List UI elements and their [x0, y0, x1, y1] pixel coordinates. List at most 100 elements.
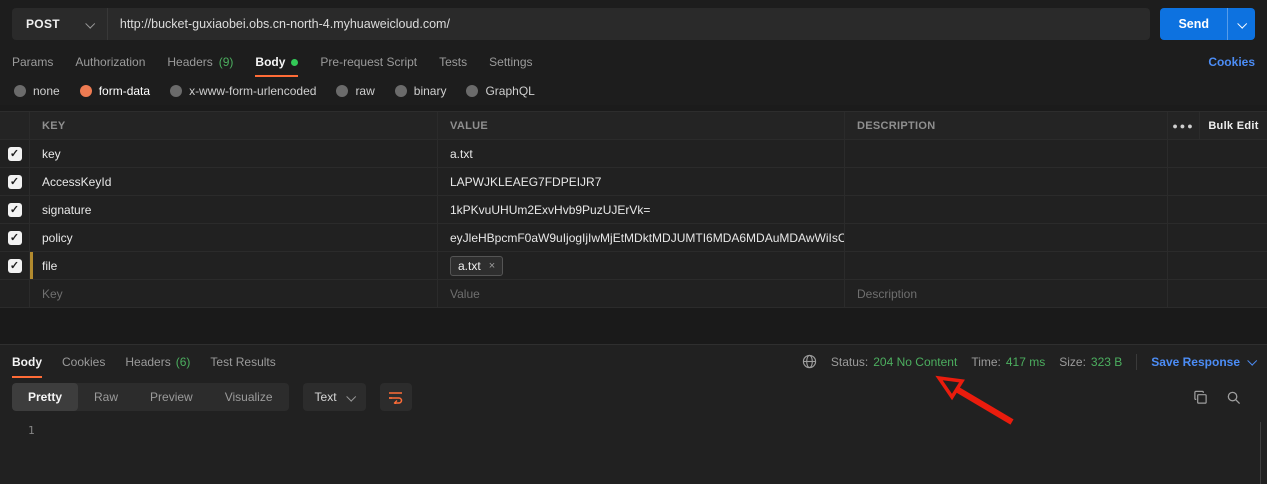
response-panel: Body Cookies Headers(6) Test Results Sta…: [0, 344, 1267, 484]
response-meta: Status: 204 No Content Time: 417 ms Size…: [802, 354, 1255, 370]
postman-window: POST http://bucket-guxiaobei.obs.cn-nort…: [0, 0, 1267, 484]
mode-graphql[interactable]: GraphQL: [466, 84, 534, 98]
row-checkbox[interactable]: ✓: [8, 175, 22, 189]
tab-body[interactable]: Body: [255, 47, 298, 77]
mode-x-www-form-urlencoded[interactable]: x-www-form-urlencoded: [170, 84, 316, 98]
header-description: DESCRIPTION: [845, 112, 1168, 139]
request-tabs: Params Authorization Headers(9) Body Pre…: [0, 47, 1267, 77]
response-body-editor[interactable]: 1: [0, 416, 1267, 484]
size-value: 323 B: [1091, 355, 1122, 369]
radio-icon: [170, 85, 182, 97]
row-checkbox[interactable]: ✓: [8, 203, 22, 217]
row-description-input[interactable]: [845, 168, 1168, 195]
status-value: 204 No Content: [873, 355, 957, 369]
method-select[interactable]: POST: [12, 8, 107, 40]
table-row: ✓ signature 1kPKvuUHUm2ExvHvb9PuzUJErVk=: [0, 196, 1267, 224]
meta-divider: [1136, 354, 1137, 370]
url-input[interactable]: http://bucket-guxiaobei.obs.cn-north-4.m…: [107, 8, 1151, 40]
row-key-input[interactable]: policy: [30, 224, 438, 251]
view-visualize-button[interactable]: Visualize: [209, 383, 289, 411]
form-data-table: KEY VALUE DESCRIPTION ●●● Bulk Edit ✓ ke…: [0, 111, 1267, 308]
table-row: ✓ policy eyJleHBpcmF0aW9uIjogIjIwMjEtMDk…: [0, 224, 1267, 252]
row-description-input[interactable]: [845, 140, 1168, 167]
row-key-input[interactable]: key: [30, 140, 438, 167]
header-value: VALUE: [438, 112, 845, 139]
tab-headers[interactable]: Headers(9): [167, 47, 233, 77]
row-description-input[interactable]: [845, 196, 1168, 223]
row-value-input[interactable]: 1kPKvuUHUm2ExvHvb9PuzUJErVk=: [438, 196, 845, 223]
mode-form-data[interactable]: form-data: [80, 84, 150, 98]
file-chip[interactable]: a.txt ×: [450, 256, 503, 276]
response-tab-cookies[interactable]: Cookies: [62, 345, 105, 378]
search-icon[interactable]: [1226, 390, 1241, 405]
response-tool-icons: [1193, 390, 1255, 405]
row-key-input[interactable]: file: [30, 252, 438, 279]
send-options-button[interactable]: [1227, 8, 1255, 40]
header-key: KEY: [30, 112, 438, 139]
save-response-button[interactable]: Save Response: [1151, 355, 1255, 369]
radio-icon: [395, 85, 407, 97]
mode-none[interactable]: none: [14, 84, 60, 98]
response-view-toolbar: Pretty Raw Preview Visualize Text: [0, 378, 1267, 416]
response-tabs: Body Cookies Headers(6) Test Results Sta…: [0, 345, 1267, 378]
body-modified-dot-icon: [291, 59, 298, 66]
new-value-input[interactable]: Value: [438, 280, 845, 307]
view-mode-segmented-control: Pretty Raw Preview Visualize: [12, 383, 289, 411]
line-number: 1: [28, 424, 35, 437]
header-checkbox-cell: [0, 112, 30, 139]
row-description-input[interactable]: [845, 224, 1168, 251]
body-mode-row: none form-data x-www-form-urlencoded raw…: [0, 77, 1267, 105]
cookies-link[interactable]: Cookies: [1208, 55, 1255, 69]
tab-tests[interactable]: Tests: [439, 47, 467, 77]
tab-pre-request-script[interactable]: Pre-request Script: [320, 47, 417, 77]
row-key-input[interactable]: signature: [30, 196, 438, 223]
row-key-input[interactable]: AccessKeyId: [30, 168, 438, 195]
row-description-input[interactable]: [845, 252, 1168, 279]
response-tab-body[interactable]: Body: [12, 345, 42, 378]
view-raw-button[interactable]: Raw: [78, 383, 134, 411]
row-checkbox[interactable]: ✓: [8, 147, 22, 161]
bulk-edit-button[interactable]: Bulk Edit: [1200, 112, 1267, 139]
status-badge: Status: 204 No Content: [831, 355, 957, 369]
mode-binary[interactable]: binary: [395, 84, 447, 98]
headers-count-badge: (9): [219, 55, 234, 69]
radio-icon: [336, 85, 348, 97]
wrap-line-button[interactable]: [380, 383, 412, 411]
table-row: ✓ file a.txt ×: [0, 252, 1267, 280]
editor-scrollbar[interactable]: [1260, 422, 1261, 484]
row-value-input[interactable]: a.txt: [438, 140, 845, 167]
copy-icon[interactable]: [1193, 390, 1208, 405]
tab-authorization[interactable]: Authorization: [75, 47, 145, 77]
chevron-down-icon: [346, 391, 356, 401]
request-input-group: POST http://bucket-guxiaobei.obs.cn-nort…: [12, 8, 1150, 40]
more-actions-icon[interactable]: ●●●: [1168, 112, 1200, 139]
view-preview-button[interactable]: Preview: [134, 383, 209, 411]
row-checkbox[interactable]: ✓: [8, 231, 22, 245]
size-badge: Size: 323 B: [1059, 355, 1122, 369]
wrap-line-icon: [388, 390, 404, 404]
mode-raw[interactable]: raw: [336, 84, 374, 98]
radio-selected-icon: [80, 85, 92, 97]
response-headers-count-badge: (6): [176, 355, 191, 369]
remove-file-icon[interactable]: ×: [489, 260, 495, 272]
network-globe-icon[interactable]: [802, 354, 817, 369]
send-button[interactable]: Send: [1160, 8, 1227, 40]
tab-settings[interactable]: Settings: [489, 47, 532, 77]
panel-divider[interactable]: [0, 308, 1267, 344]
view-pretty-button[interactable]: Pretty: [12, 383, 78, 411]
row-value-input[interactable]: LAPWJKLEAEG7FDPEIJR7: [438, 168, 845, 195]
response-tab-headers[interactable]: Headers(6): [125, 345, 190, 378]
table-row: ✓ key a.txt: [0, 140, 1267, 168]
row-checkbox[interactable]: ✓: [8, 259, 22, 273]
response-tab-test-results[interactable]: Test Results: [210, 345, 275, 378]
new-description-input[interactable]: Description: [845, 280, 1168, 307]
new-key-input[interactable]: Key: [30, 280, 438, 307]
file-chip-label: a.txt: [458, 259, 481, 273]
send-button-group: Send: [1160, 8, 1255, 40]
radio-icon: [466, 85, 478, 97]
radio-icon: [14, 85, 26, 97]
format-select[interactable]: Text: [303, 383, 366, 411]
tab-params[interactable]: Params: [12, 47, 53, 77]
row-value-input[interactable]: eyJleHBpcmF0aW9uIjogIjIwMjEtMDktMDJUMTI6…: [438, 224, 845, 251]
table-row: ✓ AccessKeyId LAPWJKLEAEG7FDPEIJR7: [0, 168, 1267, 196]
